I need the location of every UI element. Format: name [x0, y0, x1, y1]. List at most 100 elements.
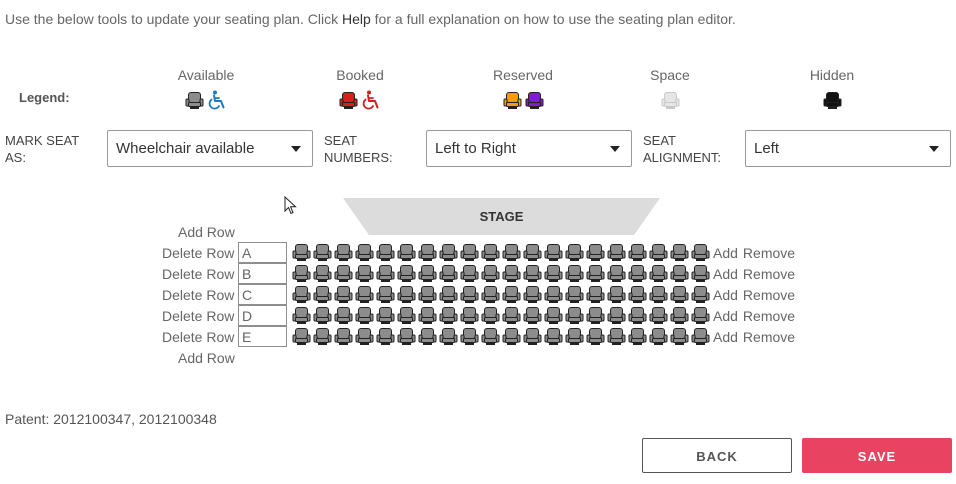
remove-seat-link[interactable]: Remove	[743, 329, 795, 345]
seat-icon[interactable]	[522, 263, 543, 284]
seat-icon[interactable]	[606, 326, 627, 347]
seat-icon[interactable]	[396, 263, 417, 284]
seat-icon[interactable]	[312, 263, 333, 284]
add-row-top-link[interactable]: Add Row	[178, 224, 235, 240]
seat-icon[interactable]	[564, 242, 585, 263]
delete-row-link[interactable]: Delete Row	[162, 245, 238, 261]
seat-icon[interactable]	[543, 263, 564, 284]
seat-icon[interactable]	[333, 305, 354, 326]
remove-seat-link[interactable]: Remove	[743, 287, 795, 303]
seat-icon[interactable]	[312, 242, 333, 263]
remove-seat-link[interactable]: Remove	[743, 266, 795, 282]
seat-icon[interactable]	[669, 242, 690, 263]
seat-icon[interactable]	[396, 284, 417, 305]
seat-icon[interactable]	[438, 284, 459, 305]
seat-icon[interactable]	[627, 284, 648, 305]
seat-icon[interactable]	[669, 305, 690, 326]
seat-icon[interactable]	[459, 284, 480, 305]
row-label-input[interactable]	[238, 326, 287, 347]
seat-icon[interactable]	[417, 305, 438, 326]
seat-icon[interactable]	[375, 326, 396, 347]
seat-icon[interactable]	[606, 242, 627, 263]
seat-icon[interactable]	[291, 326, 312, 347]
seat-icon[interactable]	[648, 284, 669, 305]
back-button[interactable]: BACK	[642, 438, 792, 473]
seat-icon[interactable]	[543, 305, 564, 326]
delete-row-link[interactable]: Delete Row	[162, 308, 238, 324]
add-seat-link[interactable]: Add	[713, 308, 738, 324]
seat-icon[interactable]	[333, 263, 354, 284]
remove-seat-link[interactable]: Remove	[743, 308, 795, 324]
seat-icon[interactable]	[690, 326, 711, 347]
seat-numbers-select[interactable]: Left to Right	[426, 130, 632, 167]
seat-icon[interactable]	[543, 242, 564, 263]
save-button[interactable]: SAVE	[802, 438, 952, 473]
seat-icon[interactable]	[312, 284, 333, 305]
seat-icon[interactable]	[375, 242, 396, 263]
seat-icon[interactable]	[522, 284, 543, 305]
seat-icon[interactable]	[669, 326, 690, 347]
seat-icon[interactable]	[333, 326, 354, 347]
seat-icon[interactable]	[564, 263, 585, 284]
add-seat-link[interactable]: Add	[713, 329, 738, 345]
seat-icon[interactable]	[438, 263, 459, 284]
seat-icon[interactable]	[291, 305, 312, 326]
add-seat-link[interactable]: Add	[713, 245, 738, 261]
seat-icon[interactable]	[291, 284, 312, 305]
seat-icon[interactable]	[501, 242, 522, 263]
seat-icon[interactable]	[459, 242, 480, 263]
help-link[interactable]: Help	[342, 11, 371, 27]
seat-icon[interactable]	[354, 284, 375, 305]
seat-icon[interactable]	[669, 263, 690, 284]
seat-icon[interactable]	[501, 284, 522, 305]
add-seat-link[interactable]: Add	[713, 266, 738, 282]
seat-icon[interactable]	[627, 326, 648, 347]
seat-icon[interactable]	[417, 284, 438, 305]
delete-row-link[interactable]: Delete Row	[162, 329, 238, 345]
seat-icon[interactable]	[480, 284, 501, 305]
seat-icon[interactable]	[690, 284, 711, 305]
seat-icon[interactable]	[585, 284, 606, 305]
seat-icon[interactable]	[543, 326, 564, 347]
seat-icon[interactable]	[585, 242, 606, 263]
delete-row-link[interactable]: Delete Row	[162, 287, 238, 303]
seat-icon[interactable]	[459, 305, 480, 326]
seat-icon[interactable]	[459, 326, 480, 347]
seat-icon[interactable]	[669, 284, 690, 305]
seat-icon[interactable]	[690, 242, 711, 263]
seat-icon[interactable]	[480, 263, 501, 284]
seat-icon[interactable]	[585, 305, 606, 326]
seat-icon[interactable]	[522, 242, 543, 263]
seat-icon[interactable]	[333, 242, 354, 263]
seat-icon[interactable]	[417, 242, 438, 263]
seat-icon[interactable]	[648, 326, 669, 347]
seat-icon[interactable]	[396, 305, 417, 326]
seat-icon[interactable]	[375, 284, 396, 305]
seat-icon[interactable]	[480, 305, 501, 326]
seat-icon[interactable]	[480, 326, 501, 347]
seat-icon[interactable]	[522, 326, 543, 347]
seat-icon[interactable]	[375, 305, 396, 326]
seat-icon[interactable]	[375, 263, 396, 284]
seat-icon[interactable]	[606, 263, 627, 284]
row-label-input[interactable]	[238, 305, 287, 326]
seat-icon[interactable]	[354, 326, 375, 347]
seat-icon[interactable]	[627, 242, 648, 263]
seat-icon[interactable]	[417, 326, 438, 347]
seat-icon[interactable]	[438, 326, 459, 347]
seat-icon[interactable]	[543, 284, 564, 305]
seat-icon[interactable]	[585, 326, 606, 347]
seat-icon[interactable]	[564, 284, 585, 305]
seat-icon[interactable]	[627, 263, 648, 284]
delete-row-link[interactable]: Delete Row	[162, 266, 238, 282]
add-seat-link[interactable]: Add	[713, 287, 738, 303]
seat-alignment-select[interactable]: Left	[745, 130, 951, 167]
seat-icon[interactable]	[501, 305, 522, 326]
seat-icon[interactable]	[354, 305, 375, 326]
seat-icon[interactable]	[606, 284, 627, 305]
seat-icon[interactable]	[480, 242, 501, 263]
seat-icon[interactable]	[648, 263, 669, 284]
seat-icon[interactable]	[354, 263, 375, 284]
seat-icon[interactable]	[501, 326, 522, 347]
seat-icon[interactable]	[648, 242, 669, 263]
